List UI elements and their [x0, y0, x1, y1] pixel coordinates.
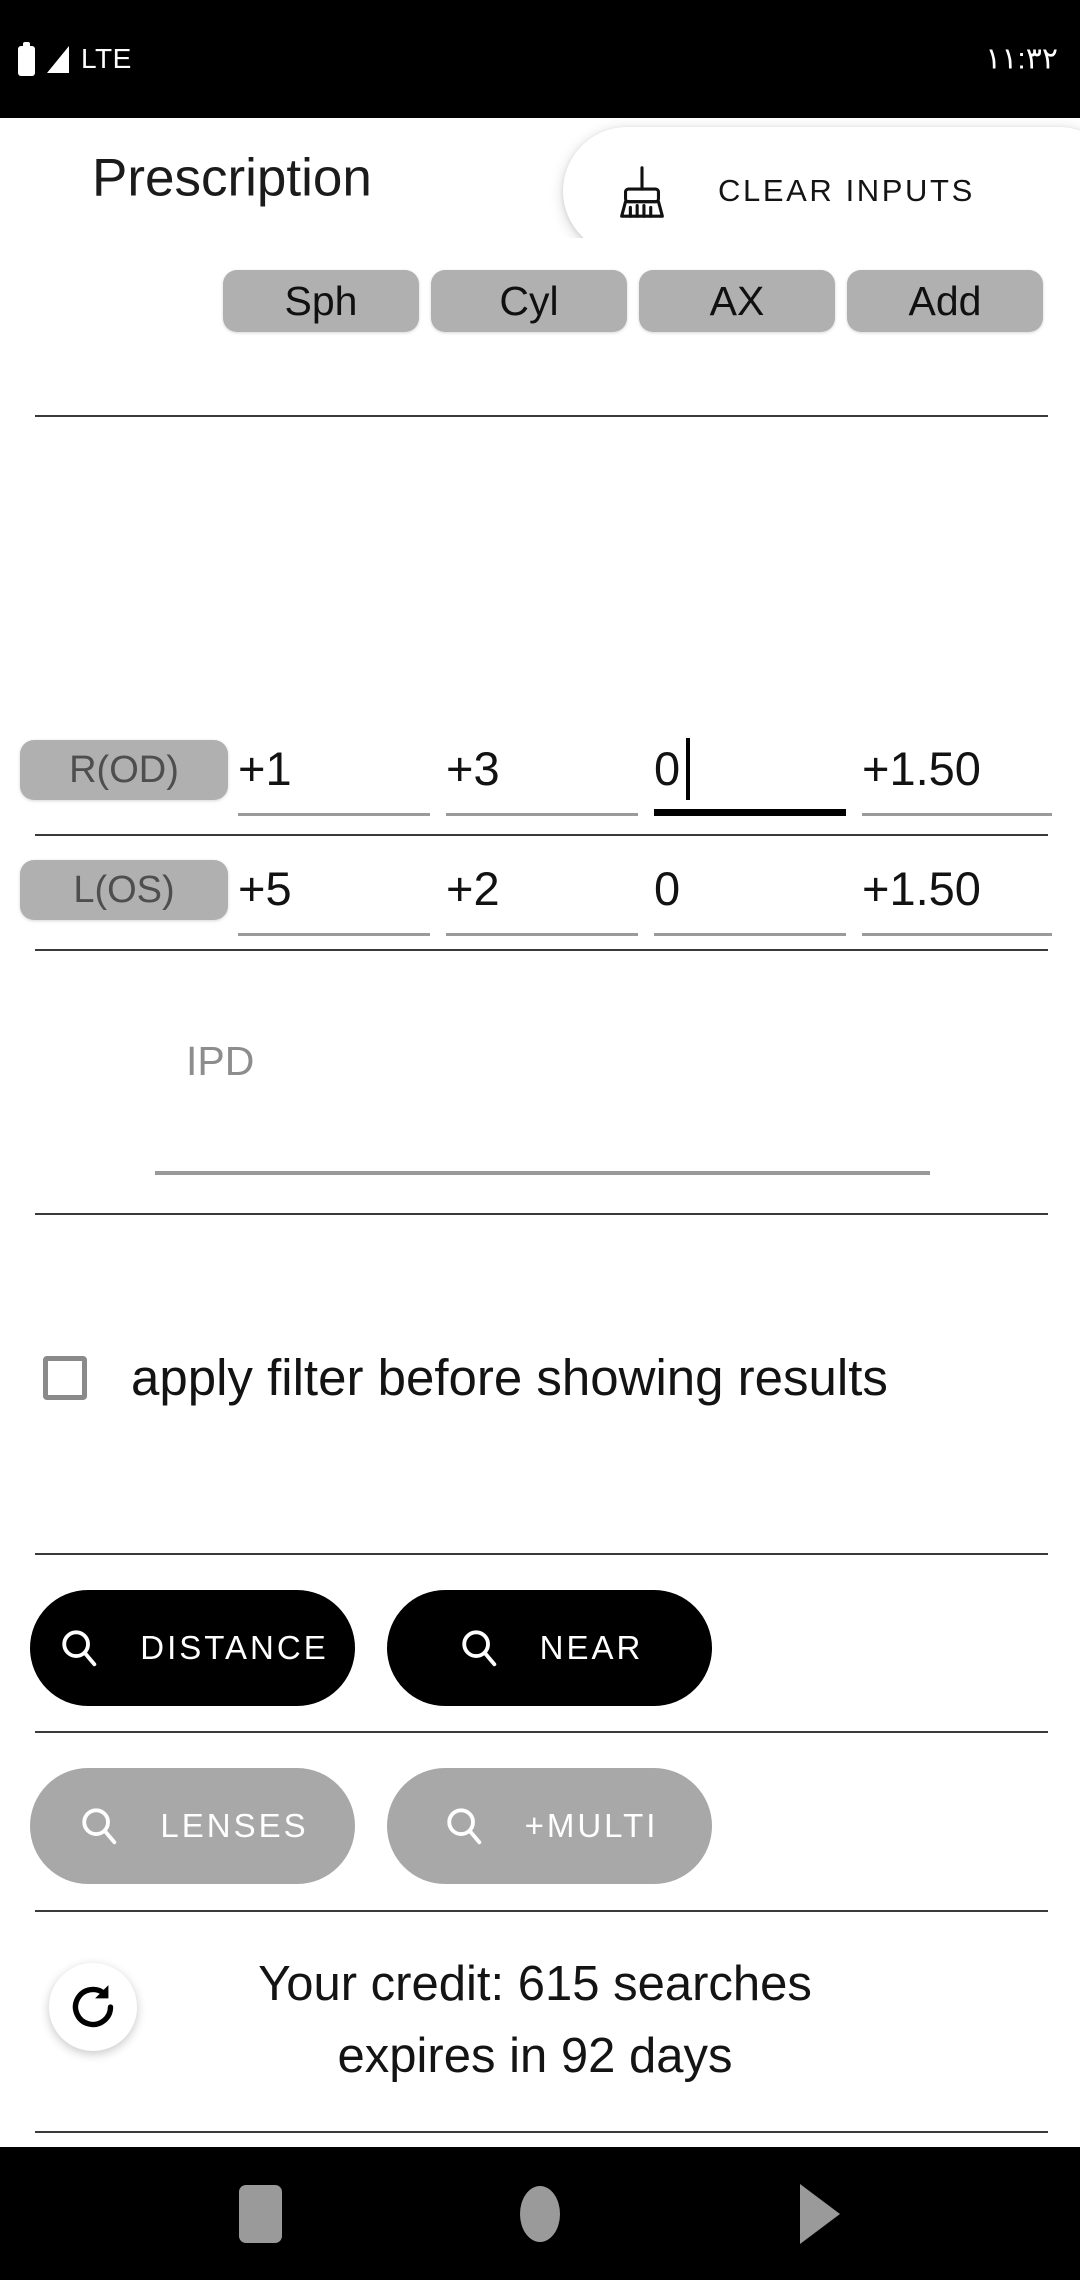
- divider-header: [35, 415, 1048, 417]
- text-caret: [686, 738, 690, 800]
- eye-label-od[interactable]: R(OD): [20, 740, 228, 800]
- lenses-search-button[interactable]: LENSES: [30, 1768, 355, 1884]
- divider-ipd: [35, 1213, 1048, 1215]
- column-header-cyl[interactable]: Cyl: [431, 270, 627, 332]
- input-os-cyl-value: +2: [446, 862, 500, 915]
- input-os-cyl[interactable]: +2: [446, 852, 638, 936]
- input-od-sph-value: +1: [238, 742, 292, 795]
- input-od-cyl-underline: [446, 813, 638, 816]
- credit-text: Your credit: 615 searches expires in 92 …: [155, 1948, 915, 2092]
- broom-icon: [620, 166, 664, 218]
- divider-od-row: [35, 834, 1048, 836]
- table-row-right-eye: R(OD) +1 +3 0 +1.50: [0, 738, 1080, 838]
- page-title: Prescription: [92, 148, 372, 208]
- ipd-placeholder: IPD: [186, 1038, 255, 1084]
- ipd-underline: [155, 1171, 930, 1175]
- input-od-sph-underline: [238, 813, 430, 816]
- eye-label-os[interactable]: L(OS): [20, 860, 228, 920]
- input-od-sph[interactable]: +1: [238, 732, 430, 816]
- square-icon: [238, 2184, 282, 2243]
- nav-recents-button[interactable]: [215, 2169, 305, 2259]
- input-os-add-value: +1.50: [862, 862, 981, 915]
- input-od-add-underline: [862, 813, 1052, 816]
- column-headers-row: Sph Cyl AX Add: [0, 270, 1080, 332]
- main-content: Sph Cyl AX Add R(OD) +1 +3 0 +1.50 L(OS)…: [0, 238, 1080, 2147]
- divider-bottom: [35, 2131, 1048, 2133]
- apply-filter-label: apply filter before showing results: [131, 1349, 888, 1406]
- nav-home-button[interactable]: [495, 2169, 585, 2259]
- credit-line-1: Your credit: 615 searches: [258, 1957, 812, 2011]
- table-row-left-eye: L(OS) +5 +2 0 +1.50: [0, 858, 1080, 958]
- input-od-ax-underline: [654, 809, 846, 816]
- network-type-label: LTE: [81, 43, 132, 74]
- multi-search-label: +MULTI: [524, 1807, 659, 1844]
- multi-search-button[interactable]: +MULTI: [387, 1768, 712, 1884]
- input-os-sph-underline: [238, 933, 430, 936]
- column-header-add[interactable]: Add: [847, 270, 1043, 332]
- apply-filter-checkbox[interactable]: [43, 1355, 87, 1400]
- near-search-button[interactable]: NEAR: [387, 1590, 712, 1706]
- status-bar: LTE ١١:٣٢: [0, 0, 1080, 118]
- credit-line-2: expires in 92 days: [337, 2029, 733, 2083]
- near-search-label: NEAR: [539, 1629, 644, 1666]
- status-bar-left: LTE: [18, 42, 132, 76]
- app-screen: LTE ١١:٣٢ Prescription CLEAR INPUTS Sph …: [0, 0, 1080, 2280]
- input-os-add-underline: [862, 933, 1052, 936]
- status-bar-clock: ١١:٣٢: [985, 42, 1058, 76]
- nav-back-button[interactable]: [775, 2169, 865, 2259]
- divider-above-credit: [35, 1910, 1048, 1912]
- input-os-sph-value: +5: [238, 862, 292, 915]
- input-od-add-value: +1.50: [862, 742, 981, 795]
- divider-above-search-row: [35, 1553, 1048, 1555]
- input-od-cyl[interactable]: +3: [446, 732, 638, 816]
- signal-icon: [47, 46, 69, 73]
- lenses-search-label: LENSES: [160, 1807, 309, 1844]
- search-icon: [461, 1630, 496, 1667]
- distance-search-label: DISTANCE: [140, 1629, 329, 1666]
- search-icon: [62, 1630, 97, 1667]
- clear-inputs-button[interactable]: CLEAR INPUTS: [563, 127, 1080, 255]
- input-os-ax[interactable]: 0: [654, 852, 846, 936]
- input-os-ax-value: 0: [654, 862, 681, 915]
- divider-above-lenses-row: [35, 1731, 1048, 1733]
- input-od-cyl-value: +3: [446, 742, 500, 795]
- input-od-ax-value: 0: [654, 742, 681, 795]
- app-header: Prescription CLEAR INPUTS: [0, 118, 1080, 255]
- input-od-ax[interactable]: 0: [654, 732, 846, 816]
- column-header-sph[interactable]: Sph: [223, 270, 419, 332]
- apply-filter-row[interactable]: apply filter before showing results: [0, 1348, 1080, 1407]
- search-icon: [82, 1808, 117, 1845]
- search-icon: [446, 1808, 481, 1845]
- refresh-icon: [72, 1985, 114, 2028]
- input-os-sph[interactable]: +5: [238, 852, 430, 936]
- input-os-ax-underline: [654, 933, 846, 936]
- android-navigation-bar: [0, 2147, 1080, 2280]
- column-header-ax[interactable]: AX: [639, 270, 835, 332]
- input-os-cyl-underline: [446, 933, 638, 936]
- circle-icon: [520, 2185, 560, 2242]
- battery-icon: [18, 42, 35, 76]
- input-od-add[interactable]: +1.50: [862, 732, 1052, 816]
- input-os-add[interactable]: +1.50: [862, 852, 1052, 936]
- refresh-credit-button[interactable]: [49, 1963, 137, 2051]
- clear-inputs-label: CLEAR INPUTS: [718, 173, 975, 208]
- distance-search-button[interactable]: DISTANCE: [30, 1590, 355, 1706]
- divider-os-row: [35, 949, 1048, 951]
- triangle-icon: [800, 2183, 840, 2244]
